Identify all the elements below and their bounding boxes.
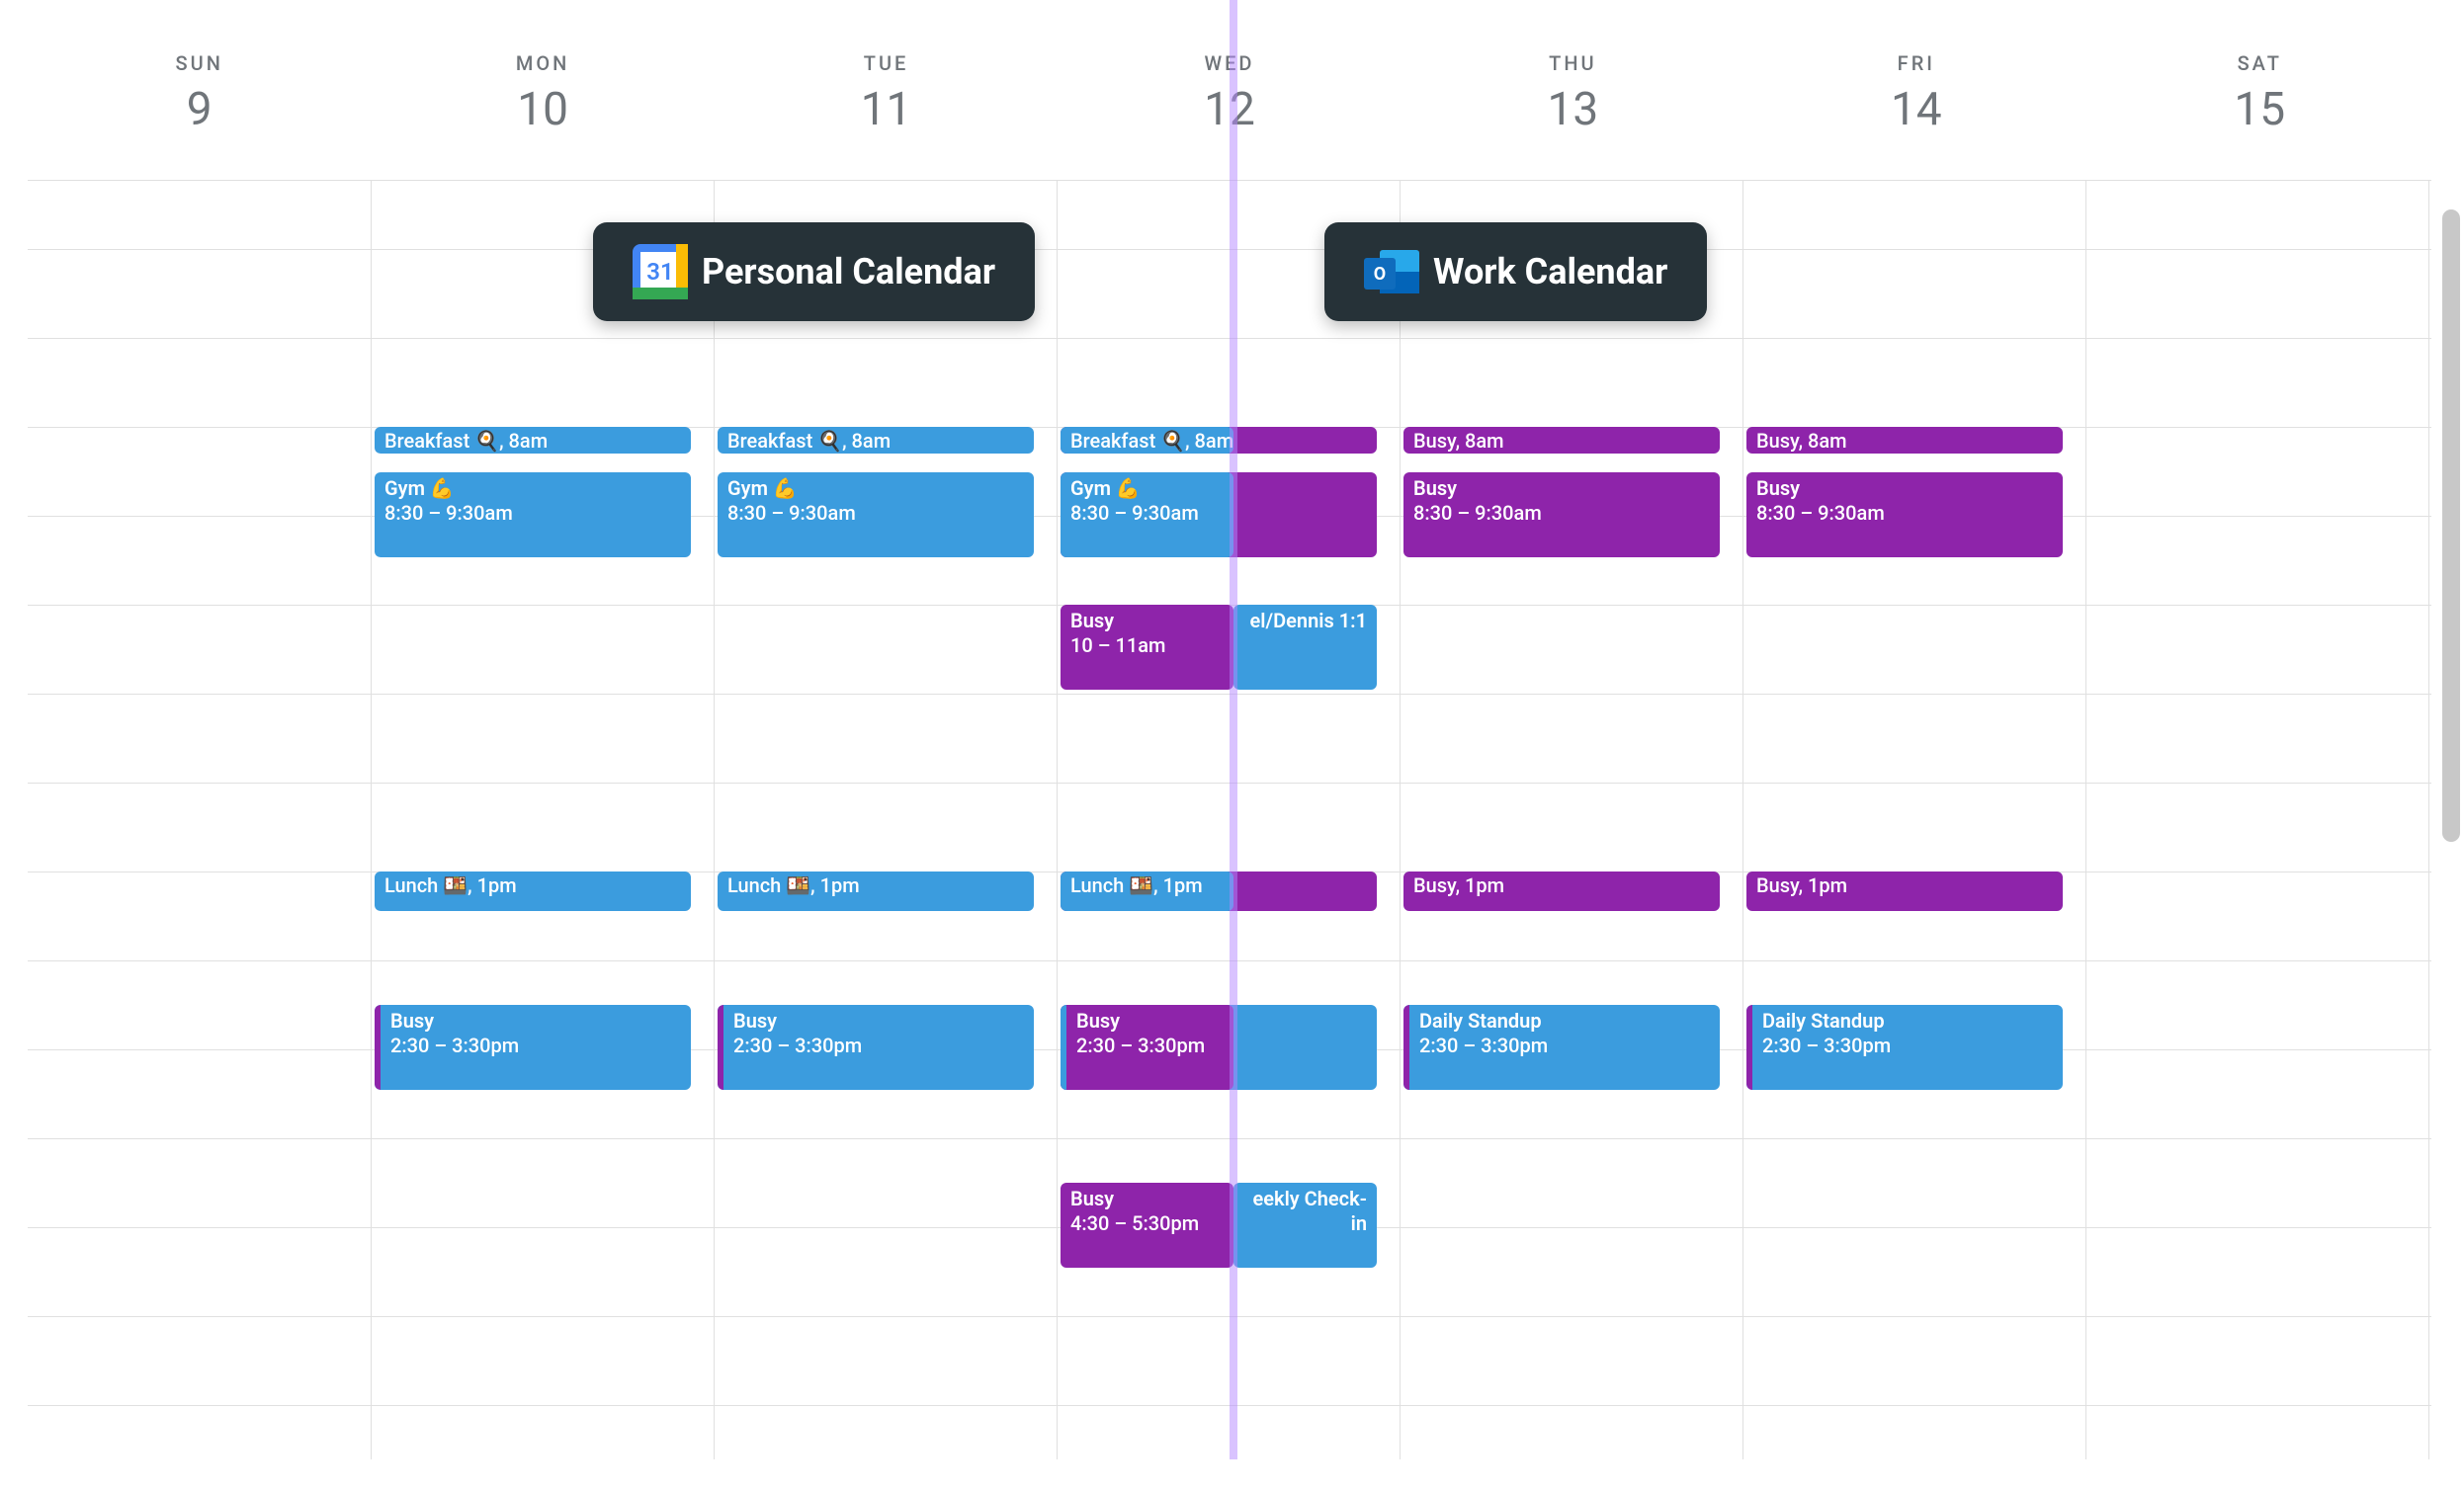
event-weekly-checkin[interactable]: eekly Check-in (1233, 1183, 1377, 1268)
event-time: 2:30 – 3:30pm (1762, 1034, 1891, 1057)
day-number: 15 (2088, 83, 2431, 136)
event-gym-tue[interactable]: Gym 💪 8:30 – 9:30am (718, 472, 1034, 557)
event-label: Breakfast 🍳, 8am (727, 429, 891, 453)
event-busy-8-thu[interactable]: Busy, 8am (1403, 427, 1720, 454)
day-name: MON (371, 51, 714, 75)
event-title: eekly Check-in (1243, 1187, 1367, 1236)
event-time: 4:30 – 5:30pm (1070, 1211, 1199, 1235)
day-header-sun[interactable]: SUN 9 (28, 22, 371, 180)
event-busy-230-tue[interactable]: Busy 2:30 – 3:30pm (718, 1005, 1034, 1090)
event-title: Gym 💪 (384, 476, 681, 501)
event-lunch-mon[interactable]: Lunch 🍱, 1pm (375, 872, 691, 911)
event-stripe (1746, 1005, 1752, 1090)
event-title: Busy (390, 1009, 681, 1034)
split-divider (1230, 0, 1237, 1459)
event-time: 8:30 – 9:30am (1070, 501, 1199, 525)
event-time: 2:30 – 3:30pm (1419, 1034, 1548, 1057)
event-gym-mon[interactable]: Gym 💪 8:30 – 9:30am (375, 472, 691, 557)
event-label: Breakfast 🍳, 8am (384, 429, 548, 453)
event-stripe (1061, 1005, 1066, 1090)
event-standup-fri[interactable]: Daily Standup 2:30 – 3:30pm (1746, 1005, 2063, 1090)
event-label: Breakfast 🍳, 8am (1070, 429, 1233, 453)
day-header-sat[interactable]: SAT 15 (2088, 22, 2431, 180)
event-time: 8:30 – 9:30am (1756, 501, 1885, 525)
event-busy-8-fri[interactable]: Busy, 8am (1746, 427, 2063, 454)
day-header-mon[interactable]: MON 10 (371, 22, 714, 180)
event-title: Busy (1413, 476, 1710, 501)
day-number: 14 (1744, 83, 2087, 136)
event-label: Busy, 8am (1756, 429, 1847, 453)
event-label: Lunch 🍱, 1pm (727, 873, 860, 897)
google-calendar-icon: 31 (633, 244, 688, 299)
event-busy-1-fri[interactable]: Busy, 1pm (1746, 872, 2063, 911)
day-name: SUN (28, 51, 371, 75)
event-busy-430-wed[interactable]: Busy 4:30 – 5:30pm (1061, 1183, 1233, 1268)
event-time: 10 – 11am (1070, 633, 1165, 657)
event-busy-230-wed[interactable]: Busy 2:30 – 3:30pm (1061, 1005, 1233, 1090)
event-time: 2:30 – 3:30pm (390, 1034, 519, 1057)
event-stripe (1403, 1005, 1409, 1090)
event-busy-1-thu[interactable]: Busy, 1pm (1403, 872, 1720, 911)
day-number: 9 (28, 83, 371, 136)
scrollbar-thumb[interactable] (2442, 209, 2460, 842)
event-time: 2:30 – 3:30pm (1076, 1034, 1205, 1057)
day-header-fri[interactable]: FRI 14 (1744, 22, 2087, 180)
event-stripe (375, 1005, 381, 1090)
event-title: Daily Standup (1762, 1009, 2053, 1034)
day-name: SAT (2088, 51, 2431, 75)
scrollbar[interactable] (2442, 22, 2460, 1459)
outlook-icon: O (1364, 244, 1419, 299)
event-title: Gym 💪 (1070, 476, 1224, 501)
event-title: Busy (733, 1009, 1024, 1034)
event-title: Busy (1070, 609, 1224, 633)
event-title: Daily Standup (1419, 1009, 1710, 1034)
event-label: Busy, 1pm (1756, 873, 1847, 897)
day-header-tue[interactable]: TUE 11 (715, 22, 1058, 180)
event-standup-thu[interactable]: Daily Standup 2:30 – 3:30pm (1403, 1005, 1720, 1090)
day-name: TUE (715, 51, 1058, 75)
event-title: Gym 💪 (727, 476, 1024, 501)
outlook-letter: O (1364, 258, 1396, 290)
day-number: 10 (371, 83, 714, 136)
gcal-date: 31 (646, 258, 673, 286)
work-calendar-badge: O Work Calendar (1324, 222, 1707, 321)
event-label: Lunch 🍱, 1pm (384, 873, 517, 897)
event-label: Busy, 8am (1413, 429, 1504, 453)
event-stripe (718, 1005, 723, 1090)
event-lunch-wed[interactable]: Lunch 🍱, 1pm (1061, 872, 1233, 911)
day-name: THU (1402, 51, 1744, 75)
event-label: Lunch 🍱, 1pm (1070, 873, 1203, 897)
event-breakfast-wed[interactable]: Breakfast 🍳, 8am (1061, 427, 1233, 454)
personal-calendar-badge: 31 Personal Calendar (593, 222, 1035, 321)
event-time: 8:30 – 9:30am (727, 501, 856, 525)
event-title: Busy (1076, 1009, 1224, 1034)
event-time: 2:30 – 3:30pm (733, 1034, 862, 1057)
event-title: Busy (1070, 1187, 1224, 1211)
badge-label: Work Calendar (1433, 251, 1667, 292)
event-busy-230-mon[interactable]: Busy 2:30 – 3:30pm (375, 1005, 691, 1090)
day-header-thu[interactable]: THU 13 (1402, 22, 1744, 180)
event-busy-10-wed[interactable]: Busy 10 – 11am (1061, 605, 1233, 690)
event-dennis-11[interactable]: el/Dennis 1:1 (1233, 605, 1377, 690)
day-number: 13 (1402, 83, 1744, 136)
event-breakfast-mon[interactable]: Breakfast 🍳, 8am (375, 427, 691, 454)
event-title: el/Dennis 1:1 (1243, 609, 1367, 633)
event-title: Busy (1756, 476, 2053, 501)
event-gym-wed[interactable]: Gym 💪 8:30 – 9:30am (1061, 472, 1233, 557)
day-name: FRI (1744, 51, 2087, 75)
event-lunch-tue[interactable]: Lunch 🍱, 1pm (718, 872, 1034, 911)
day-number: 11 (715, 83, 1058, 136)
event-breakfast-tue[interactable]: Breakfast 🍳, 8am (718, 427, 1034, 454)
event-busy-830-fri[interactable]: Busy 8:30 – 9:30am (1746, 472, 2063, 557)
event-busy-830-thu[interactable]: Busy 8:30 – 9:30am (1403, 472, 1720, 557)
badge-label: Personal Calendar (702, 251, 995, 292)
event-label: Busy, 1pm (1413, 873, 1504, 897)
event-time: 8:30 – 9:30am (1413, 501, 1542, 525)
event-time: 8:30 – 9:30am (384, 501, 513, 525)
